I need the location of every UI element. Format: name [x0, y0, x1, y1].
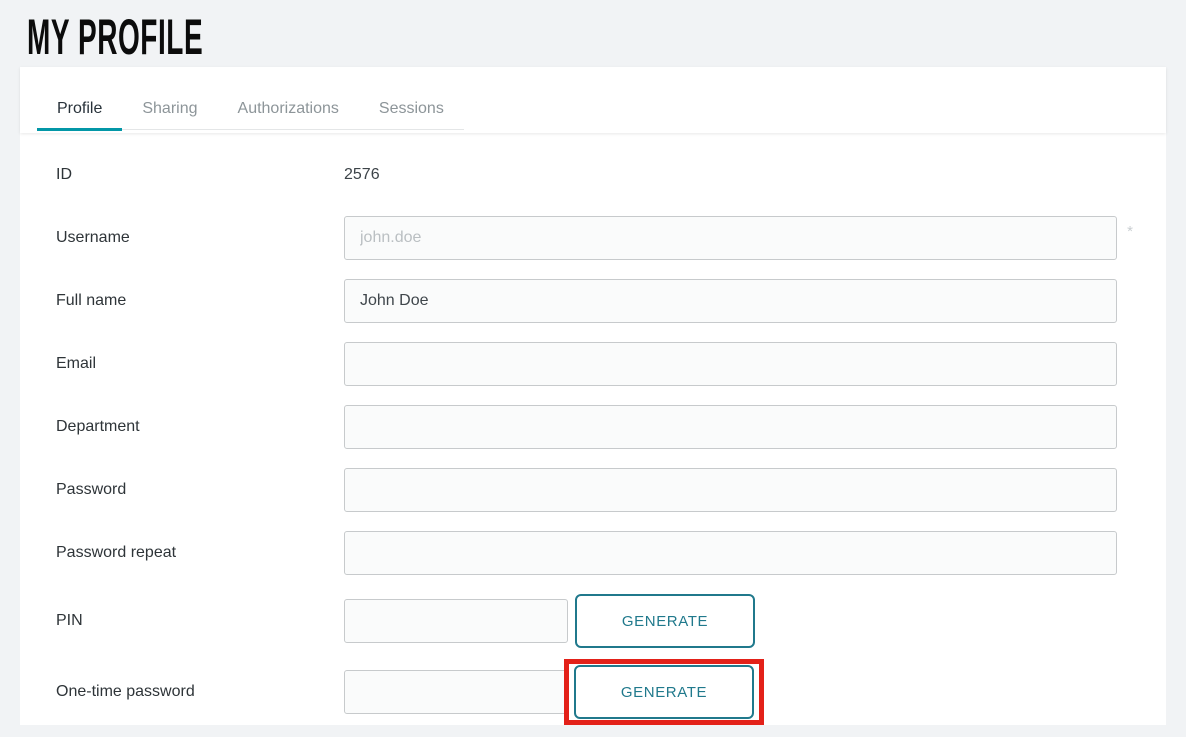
row-id: ID 2576 — [56, 153, 1117, 197]
profile-card: Profile Sharing Authorizations Sessions … — [20, 67, 1166, 725]
page-title: MY PROFILE — [27, 12, 203, 62]
row-password-repeat: Password repeat — [56, 531, 1117, 575]
email-input[interactable] — [344, 342, 1117, 386]
required-marker: * — [1127, 223, 1133, 240]
row-username: Username * — [56, 216, 1117, 260]
otp-generate-button[interactable]: GENERATE — [574, 665, 754, 719]
row-full-name: Full name — [56, 279, 1117, 323]
password-label: Password — [56, 481, 344, 499]
pin-input[interactable] — [344, 599, 568, 643]
password-repeat-input[interactable] — [344, 531, 1117, 575]
row-otp: One-time password GENERATE — [56, 659, 1117, 725]
tab-bar: Profile Sharing Authorizations Sessions — [20, 67, 1166, 133]
email-label: Email — [56, 355, 344, 373]
tabs-row: Profile Sharing Authorizations Sessions — [37, 88, 464, 130]
tab-profile[interactable]: Profile — [37, 88, 122, 129]
row-pin: PIN GENERATE — [56, 594, 1117, 648]
full-name-label: Full name — [56, 292, 344, 310]
page-header: MY PROFILE — [0, 0, 1186, 67]
username-label: Username — [56, 229, 344, 247]
password-repeat-label: Password repeat — [56, 544, 344, 562]
full-name-input[interactable] — [344, 279, 1117, 323]
pin-label: PIN — [56, 612, 344, 630]
department-label: Department — [56, 418, 344, 436]
id-label: ID — [56, 166, 344, 184]
profile-form: ID 2576 Username * Full name Email Depar… — [20, 133, 1166, 725]
tab-sharing[interactable]: Sharing — [122, 88, 217, 129]
username-input-wrap: * — [344, 216, 1117, 260]
password-input[interactable] — [344, 468, 1117, 512]
row-department: Department — [56, 405, 1117, 449]
username-input[interactable] — [344, 216, 1117, 260]
tab-authorizations[interactable]: Authorizations — [218, 88, 359, 129]
row-email: Email — [56, 342, 1117, 386]
otp-input[interactable] — [344, 670, 568, 714]
department-input[interactable] — [344, 405, 1117, 449]
id-value: 2576 — [344, 166, 380, 184]
tab-sessions[interactable]: Sessions — [359, 88, 464, 129]
annotation-highlight-box: GENERATE — [564, 659, 764, 725]
pin-generate-button[interactable]: GENERATE — [575, 594, 755, 648]
row-password: Password — [56, 468, 1117, 512]
otp-label: One-time password — [56, 683, 344, 701]
